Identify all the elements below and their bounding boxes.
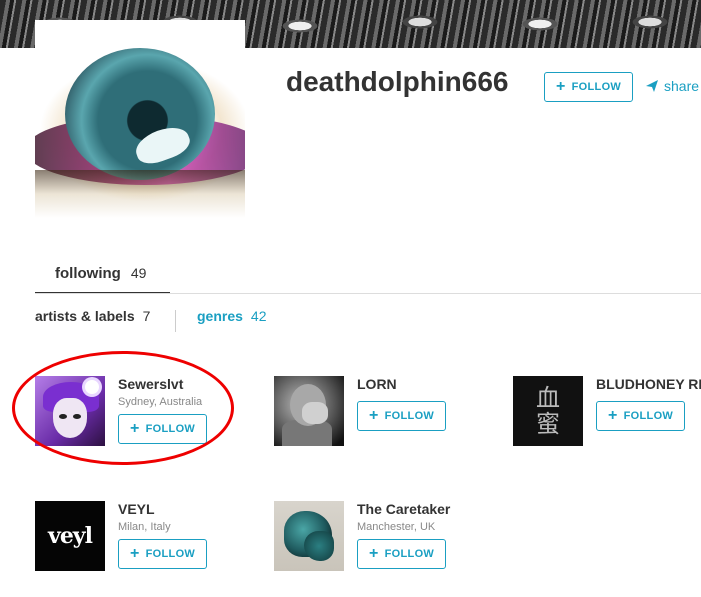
subtab-artists-labels[interactable]: artists & labels 7 xyxy=(35,308,150,324)
artist-thumbnail[interactable] xyxy=(35,376,105,446)
artist-location: Milan, Italy xyxy=(118,521,171,533)
thumb-logo-text: veyl xyxy=(48,523,93,549)
artist-card: veyl VEYL Milan, Italy + FOLLOW xyxy=(35,501,270,573)
thumb-eye xyxy=(73,414,81,419)
subtab-label: artists & labels xyxy=(35,308,135,324)
plus-icon: + xyxy=(369,407,379,424)
tab-count: 49 xyxy=(130,265,147,281)
artist-thumbnail[interactable] xyxy=(274,376,344,446)
artist-thumbnail[interactable]: veyl xyxy=(35,501,105,571)
tab-following[interactable]: following 49 xyxy=(35,258,170,294)
thumb-blob xyxy=(304,531,334,561)
tab-divider xyxy=(35,293,701,294)
thumb-glyph: 蜜 xyxy=(536,410,560,438)
artist-card: Sewerslvt Sydney, Australia + FOLLOW xyxy=(35,376,270,448)
artist-follow-button[interactable]: + FOLLOW xyxy=(357,539,447,569)
follow-label: FOLLOW xyxy=(145,548,196,560)
follow-label: FOLLOW xyxy=(623,410,674,422)
subtab-label: genres xyxy=(197,308,243,324)
plus-icon: + xyxy=(556,78,566,95)
artist-follow-button[interactable]: + FOLLOW xyxy=(118,539,208,569)
profile-follow-button[interactable]: + FOLLOW xyxy=(544,72,634,102)
follow-label: FOLLOW xyxy=(384,548,435,560)
thumb-glyph: 血 xyxy=(536,384,560,412)
share-label: share xyxy=(664,78,700,94)
follow-label: FOLLOW xyxy=(571,81,622,93)
artist-location: Manchester, UK xyxy=(357,521,436,533)
artist-location: Sydney, Australia xyxy=(118,396,203,408)
thumb-hand xyxy=(302,402,328,424)
artist-name[interactable]: The Caretaker xyxy=(357,501,450,517)
artist-card: The Caretaker Manchester, UK + FOLLOW xyxy=(274,501,509,573)
share-icon xyxy=(646,80,658,92)
artist-follow-button[interactable]: + FOLLOW xyxy=(596,401,686,431)
subtab-divider xyxy=(175,310,176,332)
plus-icon: + xyxy=(608,407,618,424)
subtab-genres[interactable]: genres 42 xyxy=(197,308,267,324)
artist-name[interactable]: VEYL xyxy=(118,501,155,517)
follow-label: FOLLOW xyxy=(384,410,435,422)
artist-card: LORN + FOLLOW xyxy=(274,376,509,448)
thumb-face xyxy=(53,398,87,438)
artist-thumbnail[interactable] xyxy=(274,501,344,571)
subtab-count: 42 xyxy=(250,308,267,324)
thumb-flower xyxy=(85,380,99,394)
tab-label: following xyxy=(55,265,121,282)
plus-icon: + xyxy=(130,545,140,562)
artist-card: 血 蜜 BLUDHONEY RE + FOLLOW xyxy=(513,376,701,448)
artist-follow-button[interactable]: + FOLLOW xyxy=(357,401,447,431)
artist-thumbnail[interactable]: 血 蜜 xyxy=(513,376,583,446)
artist-name[interactable]: LORN xyxy=(357,376,397,392)
artist-name[interactable]: BLUDHONEY RE xyxy=(596,376,701,392)
share-link[interactable]: share xyxy=(646,78,699,94)
profile-avatar xyxy=(35,20,245,230)
artist-name[interactable]: Sewerslvt xyxy=(118,376,183,392)
thumb-eye xyxy=(59,414,67,419)
avatar-lower-shade xyxy=(35,170,245,230)
follow-label: FOLLOW xyxy=(145,423,196,435)
profile-username: deathdolphin666 xyxy=(286,66,509,97)
artist-follow-button[interactable]: + FOLLOW xyxy=(118,414,208,444)
plus-icon: + xyxy=(130,420,140,437)
plus-icon: + xyxy=(369,545,379,562)
subtab-count: 7 xyxy=(142,308,151,324)
